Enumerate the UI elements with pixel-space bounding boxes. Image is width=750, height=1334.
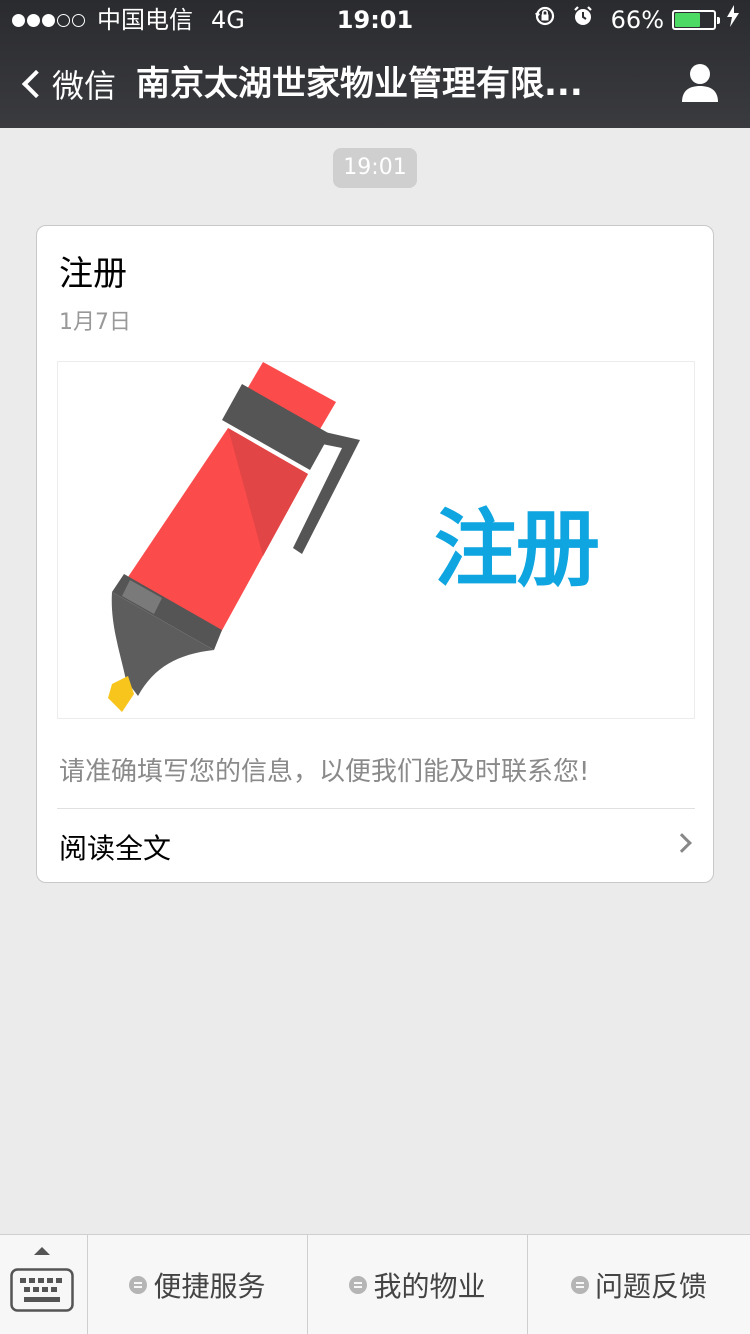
person-icon [682, 64, 718, 102]
article-title: 注册 [59, 254, 127, 294]
menu-label: 便捷服务 [153, 1270, 266, 1303]
read-more-label: 阅读全文 [59, 832, 172, 865]
menu-label: 我的物业 [373, 1270, 486, 1303]
article-date: 1月7日 [59, 310, 131, 335]
menu-feedback[interactable]: 问题反馈 [528, 1235, 750, 1334]
cover-caption: 注册 [434, 500, 600, 598]
keyboard-toggle-button[interactable] [0, 1235, 88, 1334]
bottom-menu-bar: 便捷服务 我的物业 问题反馈 [0, 1234, 750, 1334]
back-label: 微信 [52, 67, 117, 105]
chat-title: 南京太湖世家物业管理有限... [136, 64, 583, 104]
chevron-right-icon [672, 833, 692, 853]
menu-list-icon [570, 1276, 589, 1294]
menu-list-icon [129, 1276, 148, 1294]
menu-convenient-services[interactable]: 便捷服务 [88, 1235, 308, 1334]
menu-label: 问题反馈 [594, 1270, 707, 1303]
article-cover-image[interactable]: 注册 [57, 361, 695, 719]
battery-fill [675, 13, 701, 27]
header: 中国电信 4G 19:01 66% 微信 南京太湖世家物业管理有限... [0, 0, 750, 128]
battery-percent: 66% [610, 6, 664, 34]
article-card[interactable]: 注册 1月7日 注册 请准确填写您的信息，以便我们能及时联系您! 阅读全文 [36, 225, 714, 883]
rotation-lock-icon [533, 0, 557, 40]
profile-button[interactable] [680, 62, 720, 104]
back-button[interactable]: 微信 [18, 40, 116, 128]
nav-bar: 微信 南京太湖世家物业管理有限... [0, 40, 750, 128]
menu-list-icon [349, 1276, 368, 1294]
alarm-icon [571, 0, 595, 40]
menu-my-property[interactable]: 我的物业 [308, 1235, 528, 1334]
status-right: 66% [533, 0, 740, 40]
read-more-link[interactable]: 阅读全文 [57, 809, 695, 883]
battery-icon [672, 10, 720, 30]
arrow-up-icon [34, 1247, 50, 1255]
marker-illustration [108, 362, 360, 712]
battery-cap [717, 17, 720, 24]
chevron-left-icon [21, 69, 51, 99]
charging-bolt-icon [726, 0, 740, 40]
status-bar: 中国电信 4G 19:01 66% [0, 0, 750, 40]
keyboard-icon [10, 1268, 74, 1316]
message-timestamp: 19:01 [333, 148, 417, 188]
article-description: 请准确填写您的信息，以便我们能及时联系您! [59, 757, 590, 787]
